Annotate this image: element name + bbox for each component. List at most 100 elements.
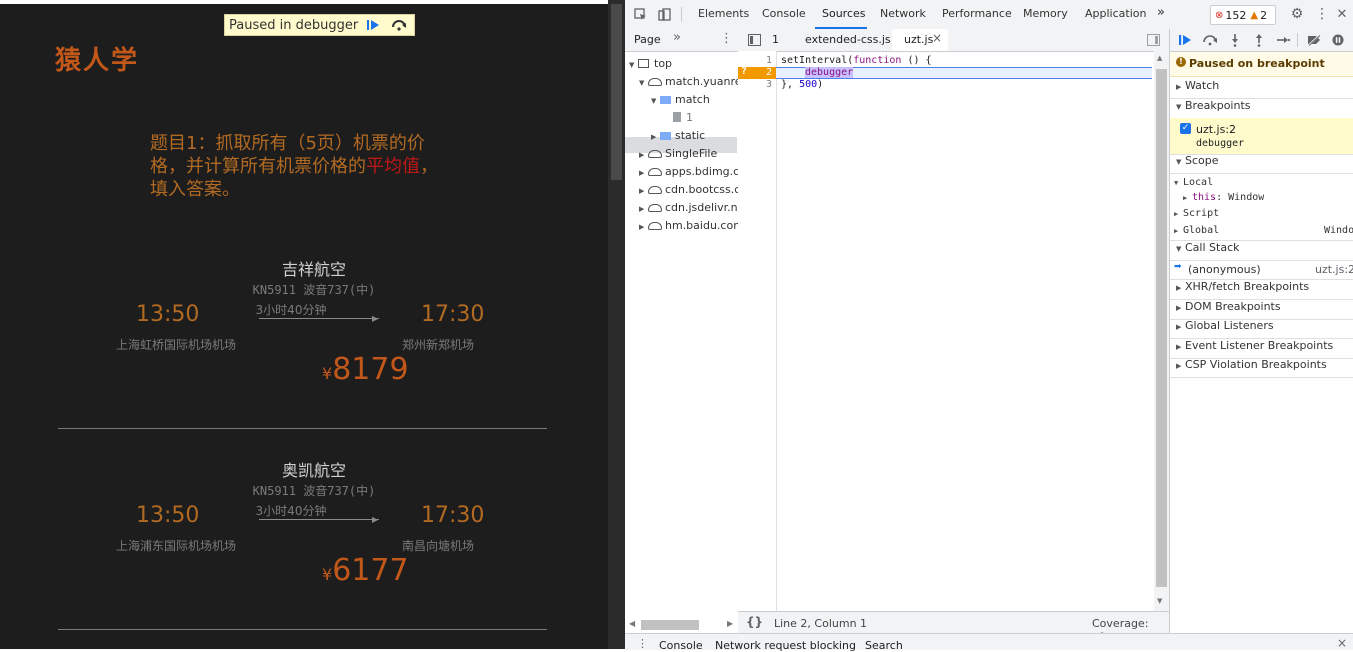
navigator-more-button[interactable]: »	[673, 30, 681, 45]
collapsed-arrow-icon: ▶	[1176, 304, 1182, 312]
step-over-icon[interactable]	[1202, 33, 1218, 47]
arrival-time: 17:30	[421, 503, 485, 528]
navigator-header: Page » ⋮	[625, 29, 738, 52]
navigator-menu-icon[interactable]: ⋮	[720, 31, 733, 46]
device-toolbar-icon[interactable]	[657, 7, 671, 21]
editor-tab-uzt-active[interactable]: uzt.js ×	[892, 29, 948, 51]
section-watch[interactable]: ▶ Watch	[1170, 79, 1353, 99]
scope-label: Local	[1183, 177, 1214, 188]
sources-navigator: Page » ⋮ ▼ top ▼ match.yuanrenxue.com ▼ mat…	[625, 29, 739, 633]
tree-item-top[interactable]: ▼ top	[629, 57, 672, 70]
section-call-stack[interactable]: ▼ Call Stack	[1170, 240, 1353, 261]
editor-tab-1[interactable]: 1	[772, 33, 779, 46]
tab-network[interactable]: Network	[880, 7, 926, 20]
expanded-arrow-icon: ▼	[651, 97, 657, 105]
tree-item-file[interactable]: 1	[673, 111, 693, 124]
site-logo[interactable]: 猿人学	[55, 40, 139, 77]
section-title: Breakpoints	[1185, 99, 1251, 112]
tree-item-domain[interactable]: ▶ hm.baidu.com	[639, 219, 738, 232]
tree-item-label: cdn.jsdelivr.net	[665, 201, 738, 214]
section-dom-breakpoints[interactable]: ▶ DOM Breakpoints	[1170, 300, 1353, 320]
close-drawer-icon[interactable]: ×	[1337, 636, 1347, 650]
frame-location: uzt.js:2	[1315, 263, 1353, 276]
drawer-tab-console[interactable]: Console	[659, 639, 703, 652]
scope-this[interactable]: ▶ this: Window	[1183, 192, 1264, 203]
section-csp-breakpoints[interactable]: ▶ CSP Violation Breakpoints	[1170, 358, 1353, 378]
section-title: Call Stack	[1185, 241, 1240, 254]
line-number-gutter[interactable]	[738, 51, 777, 611]
section-event-listener-breakpoints[interactable]: ▶ Event Listener Breakpoints	[1170, 339, 1353, 359]
section-title: Event Listener Breakpoints	[1185, 339, 1334, 352]
drawer-tab-search[interactable]: Search	[865, 639, 903, 652]
inspect-element-icon[interactable]	[633, 7, 647, 21]
tree-item-label: hm.baidu.com	[665, 219, 738, 232]
tree-item-domain[interactable]: ▶ cdn.bootcss.com	[639, 183, 738, 196]
line-number: 2	[765, 67, 772, 78]
toggle-navigator-icon[interactable]	[747, 33, 761, 46]
tree-item-domain[interactable]: ▼ match.yuanrenxue.com	[639, 75, 738, 88]
scope-script[interactable]: ▶ Script	[1174, 208, 1219, 219]
section-breakpoints[interactable]: ▼ Breakpoints	[1170, 99, 1353, 119]
drawer-tabbar: ⋮ Console Network request blocking Searc…	[625, 633, 1353, 652]
scroll-right-icon[interactable]: ▶	[727, 619, 733, 628]
navigator-hscroll-thumb[interactable]	[641, 620, 699, 630]
breakpoint-checkbox[interactable]: ✓	[1180, 123, 1191, 134]
close-devtools-icon[interactable]: ✕	[1335, 7, 1349, 22]
more-tabs-button[interactable]: »	[1157, 5, 1165, 20]
breakpoint-item[interactable]: ✓ uzt.js:2 debugger	[1170, 118, 1353, 155]
toggle-debugger-sidebar-icon[interactable]	[1146, 33, 1160, 46]
scope-local[interactable]: ▼ Local	[1174, 177, 1213, 188]
tree-item-domain[interactable]: ▶ SingleFile	[639, 147, 738, 160]
section-scope[interactable]: ▼ Scope	[1170, 154, 1353, 174]
pause-on-exceptions-icon[interactable]	[1331, 33, 1345, 47]
pretty-print-icon[interactable]: {}	[746, 615, 763, 629]
tree-item-domain[interactable]: ▶ apps.bdimg.com	[639, 165, 738, 178]
page-scrollbar-thumb[interactable]	[611, 4, 622, 180]
resume-icon[interactable]	[362, 16, 384, 34]
editor-tab-extended-css[interactable]: extended-css.js	[805, 33, 891, 46]
step-out-icon[interactable]	[1252, 32, 1266, 48]
scroll-up-icon[interactable]: ▲	[1157, 54, 1162, 62]
tab-memory[interactable]: Memory	[1023, 7, 1068, 20]
arrival-time: 17:30	[421, 302, 485, 327]
drawer-tab-request-blocking[interactable]: Network request blocking	[715, 639, 856, 652]
collapsed-arrow-icon: ▶	[639, 205, 645, 213]
drawer-menu-icon[interactable]: ⋮	[637, 637, 648, 650]
scroll-down-icon[interactable]: ▼	[1157, 597, 1162, 605]
step-icon[interactable]	[1275, 33, 1291, 47]
issues-counter[interactable]: ⊗ 152 ▲ 2	[1210, 5, 1276, 25]
tab-performance[interactable]: Performance	[942, 7, 1012, 20]
section-global-listeners[interactable]: ▶ Global Listeners	[1170, 319, 1353, 339]
devtools-tabbar: Elements Console Sources Network Perform…	[625, 0, 1353, 30]
editor-vscroll-thumb[interactable]	[1156, 69, 1167, 587]
editor-vscrollbar[interactable]: ▲ ▼	[1154, 51, 1169, 611]
tab-sources[interactable]: Sources	[822, 7, 866, 20]
cloud-icon	[648, 150, 662, 158]
step-over-icon[interactable]	[388, 16, 410, 34]
tree-item-folder[interactable]: ▶ static	[651, 129, 705, 142]
tab-elements[interactable]: Elements	[698, 7, 749, 20]
settings-gear-icon[interactable]: ⚙	[1290, 6, 1304, 22]
section-xhr-breakpoints[interactable]: ▶ XHR/fetch Breakpoints	[1170, 280, 1353, 300]
close-tab-icon[interactable]: ×	[932, 31, 942, 45]
scope-global[interactable]: ▶ Global Window	[1174, 225, 1353, 236]
tree-item-folder[interactable]: ▼ match	[651, 93, 710, 106]
tab-application[interactable]: Application	[1085, 7, 1146, 20]
flight-route-line	[259, 318, 379, 319]
scope-label: Global	[1183, 225, 1220, 236]
tree-item-domain[interactable]: ▶ cdn.jsdelivr.net	[639, 201, 738, 214]
resume-icon[interactable]	[1177, 33, 1193, 47]
call-frame[interactable]: ➡ (anonymous) uzt.js:2	[1170, 260, 1353, 280]
tab-console[interactable]: Console	[762, 7, 806, 20]
navigator-page-tab[interactable]: Page	[634, 33, 661, 46]
more-options-icon[interactable]: ⋮	[1315, 6, 1329, 22]
navigator-hscrollbar[interactable]: ◀ ▶	[625, 615, 738, 633]
code-line: setInterval(function () {	[781, 55, 932, 66]
deactivate-breakpoints-icon[interactable]	[1306, 33, 1322, 47]
scroll-left-icon[interactable]: ◀	[629, 619, 635, 628]
breakpoint-code: debugger	[1196, 138, 1245, 149]
page-scrollbar[interactable]	[608, 0, 625, 649]
flight-route-line	[259, 519, 379, 520]
collapsed-arrow-icon: ▶	[1176, 343, 1182, 351]
step-into-icon[interactable]	[1228, 32, 1242, 48]
